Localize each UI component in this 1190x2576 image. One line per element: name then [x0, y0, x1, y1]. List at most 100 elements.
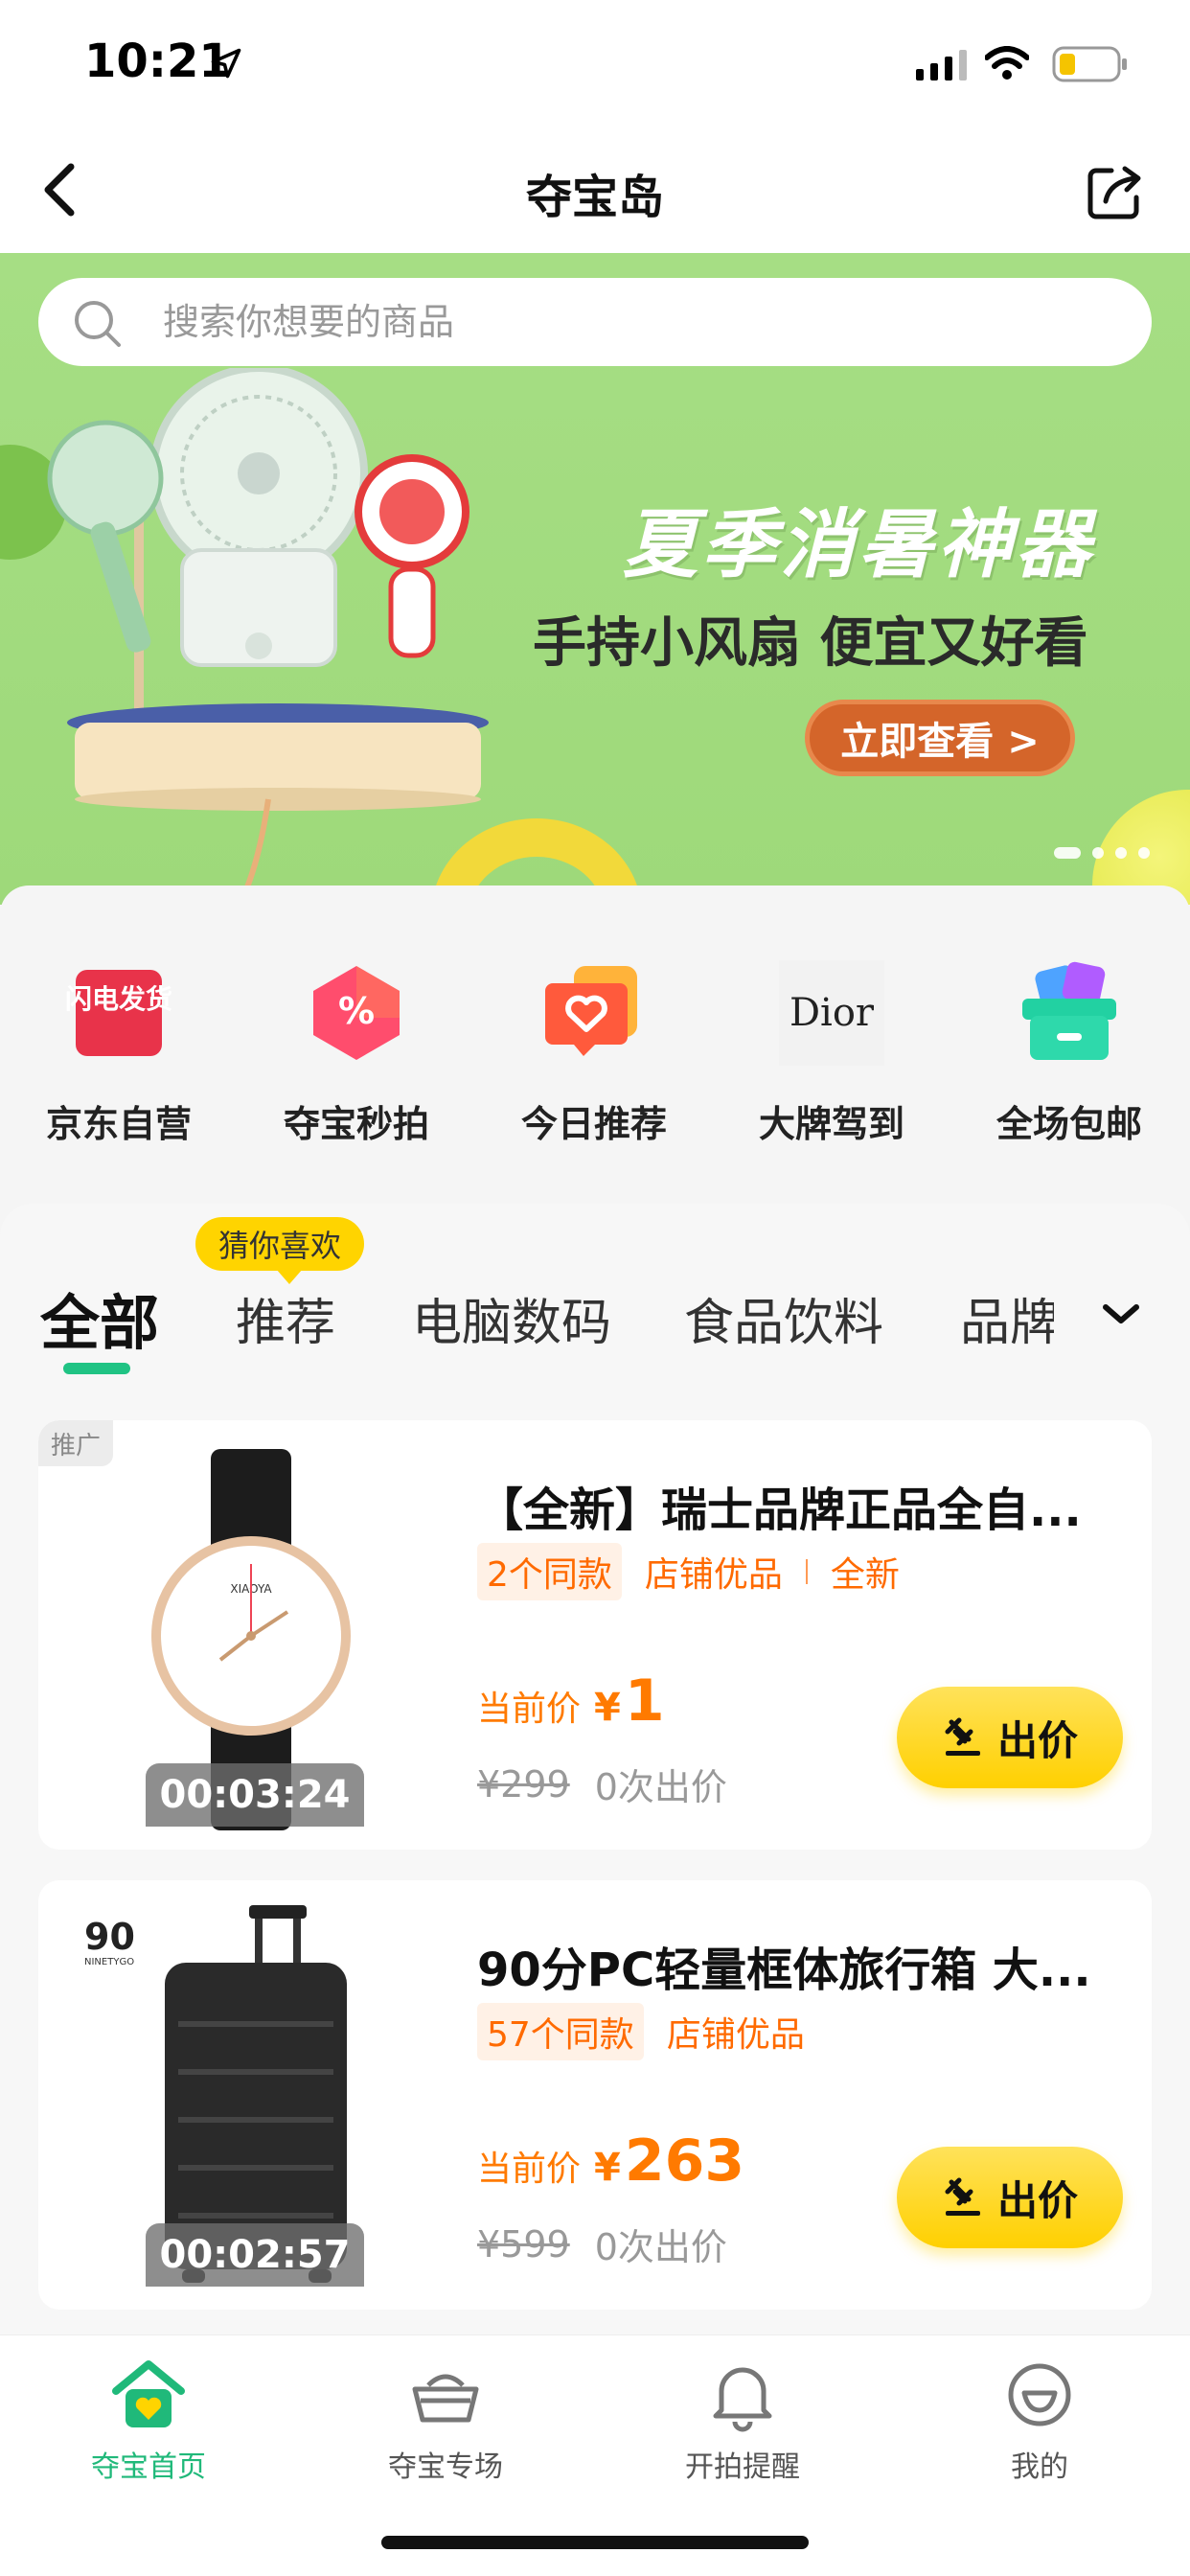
quick-item-today[interactable]: 今日推荐: [489, 960, 699, 1147]
price-label: 当前价: [477, 1690, 582, 1729]
bid-button-label: 出价: [996, 2176, 1078, 2224]
shan-dian-fa-huo-icon: 闪电发货: [66, 970, 172, 1056]
status-bar: 10:21: [0, 0, 1190, 126]
cellular-signal-icon: [916, 50, 967, 80]
tabbar-label: 开拍提醒: [685, 2450, 800, 2484]
price-value: 263: [624, 2128, 745, 2195]
countdown-timer: 00:03:24: [146, 1763, 364, 1827]
svg-text:%: %: [338, 990, 375, 1032]
battery-icon: [1052, 46, 1127, 82]
tag-divider: [805, 1559, 808, 1584]
product-tags: 57个同款 店铺优品: [477, 2003, 805, 2060]
percent-badge-icon: %: [313, 966, 400, 1060]
tab-food-drinks[interactable]: 食品饮料: [684, 1282, 883, 1354]
share-icon[interactable]: [1085, 161, 1146, 222]
tab-all[interactable]: 全部: [40, 1275, 159, 1361]
tab-computer-digital[interactable]: 电脑数码: [412, 1282, 611, 1354]
bid-button[interactable]: 出价: [897, 1687, 1123, 1788]
banner-dot: [1092, 847, 1104, 859]
original-price: ¥599: [477, 2222, 570, 2266]
quick-item-free-shipping[interactable]: 全场包邮: [964, 960, 1175, 1147]
same-style-count: 2个同款: [477, 1543, 622, 1600]
wifi-icon: [985, 46, 1029, 80]
product-title[interactable]: 【全新】瑞士品牌正品全自...: [477, 1472, 1129, 1539]
tag-shop-quality: 店铺优品: [666, 2015, 805, 2055]
product-card[interactable]: 90 NINETYGO 00:02:57 90分PC轻量框体旅行箱 大... 5…: [38, 1880, 1152, 2310]
icon-text-top: 闪电发货: [66, 983, 172, 1015]
view-now-button[interactable]: 立即查看 >: [805, 700, 1075, 776]
suitcase-brand-text: 90: [84, 1916, 135, 1958]
quick-item-label: 京东自营: [45, 1103, 192, 1145]
bid-button-label: 出价: [996, 1716, 1078, 1764]
tag-shop-quality: 店铺优品: [644, 1555, 783, 1595]
quick-item-seckill[interactable]: % 夺宝秒拍: [251, 960, 462, 1147]
tag-new: 全新: [830, 1555, 900, 1595]
tab-recommend[interactable]: 推荐: [236, 1282, 335, 1354]
gift-box-icon: [1022, 961, 1116, 1060]
search-input[interactable]: [163, 278, 1025, 366]
quick-item-brands[interactable]: Dior 大牌驾到: [726, 960, 937, 1147]
bid-count: 0次出价: [594, 2226, 727, 2268]
tabbar-mine[interactable]: 我的: [891, 2357, 1188, 2485]
page-title: 夺宝岛: [525, 171, 664, 224]
original-price-row: ¥599 0次出价: [477, 2218, 727, 2270]
suitcase-brand-sub: NINETYGO: [84, 1957, 134, 1967]
banner-title: 夏季消暑神器: [623, 502, 1095, 588]
same-style-count: 57个同款: [477, 2003, 644, 2060]
price-label: 当前价: [477, 2150, 582, 2189]
tab-brands[interactable]: 品牌: [960, 1282, 1060, 1354]
currency-symbol: ¥: [594, 2146, 621, 2190]
quick-item-label: 夺宝秒拍: [283, 1103, 429, 1145]
home-icon: [112, 2360, 185, 2427]
tabbar-reminder[interactable]: 开拍提醒: [594, 2357, 891, 2485]
gavel-icon: [945, 1717, 980, 1756]
fan-product-illustration: [0, 368, 489, 905]
product-title[interactable]: 90分PC轻量框体旅行箱 大...: [477, 1932, 1129, 1999]
search-icon: [75, 301, 121, 347]
original-price: ¥299: [477, 1762, 570, 1806]
guess-you-like-badge: 猜你喜欢: [195, 1217, 365, 1284]
tabbar-special[interactable]: 夺宝专场: [297, 2357, 594, 2485]
tabbar-home[interactable]: 夺宝首页: [0, 2357, 297, 2485]
dior-logo-icon: Dior: [779, 960, 884, 1066]
banner-dot: [1138, 847, 1150, 859]
current-price: 当前价 ¥ 263: [477, 2128, 744, 2195]
location-arrow-icon: [211, 48, 241, 79]
product-tags: 2个同款 店铺优品 全新: [477, 1543, 900, 1600]
category-tabs: 猜你喜欢 全部 推荐 电脑数码 食品饮料 品牌: [0, 1204, 1190, 1376]
quick-item-label: 今日推荐: [520, 1103, 667, 1145]
banner-subtitle: 手持小风扇 便宜又好看: [533, 612, 1088, 675]
countdown-timer: 00:02:57: [146, 2223, 364, 2287]
quick-item-jd-self[interactable]: 闪电发货 京东自营: [13, 960, 224, 1147]
current-price: 当前价 ¥ 1: [477, 1668, 665, 1735]
heart-card-icon: [545, 966, 637, 1056]
banner-pagination: [1054, 847, 1150, 859]
bell-icon: [713, 2367, 772, 2432]
tabbar-label: 夺宝首页: [91, 2450, 206, 2484]
ad-tag: 推广: [38, 1420, 113, 1466]
basket-icon: [412, 2374, 479, 2423]
search-bar[interactable]: [38, 278, 1152, 366]
nav-bar: 夺宝岛: [0, 126, 1190, 253]
product-list: XIAOYA 推广 00:03:24 【全新】瑞士品牌正品全自... 2个同款 …: [0, 1376, 1190, 2334]
gavel-icon: [945, 2177, 980, 2216]
active-tab-indicator: [63, 1363, 130, 1374]
original-price-row: ¥299 0次出价: [477, 1758, 727, 1810]
bid-button[interactable]: 出价: [897, 2147, 1123, 2248]
tabbar-label: 我的: [1011, 2450, 1068, 2484]
banner-dot-active: [1054, 847, 1081, 859]
quick-item-label: 全场包邮: [995, 1103, 1142, 1145]
dior-logo-text: Dior: [790, 991, 875, 1035]
tabbar-label: 夺宝专场: [388, 2450, 503, 2484]
smile-face-icon: [1008, 2363, 1071, 2426]
bid-count: 0次出价: [594, 1766, 727, 1808]
home-indicator: [381, 2536, 809, 2549]
price-value: 1: [624, 1668, 665, 1735]
chevron-down-icon[interactable]: [1098, 1292, 1144, 1338]
quick-item-label: 大牌驾到: [758, 1103, 904, 1145]
currency-symbol: ¥: [594, 1686, 621, 1730]
promo-banner[interactable]: 夏季消暑神器 手持小风扇 便宜又好看 立即查看 >: [0, 253, 1190, 905]
product-card[interactable]: XIAOYA 推广 00:03:24 【全新】瑞士品牌正品全自... 2个同款 …: [38, 1420, 1152, 1850]
quick-menu: 闪电发货 京东自营 % 夺宝秒拍 今日推荐 Dior 大牌驾到 全场包邮: [0, 886, 1190, 1202]
banner-dot: [1115, 847, 1127, 859]
